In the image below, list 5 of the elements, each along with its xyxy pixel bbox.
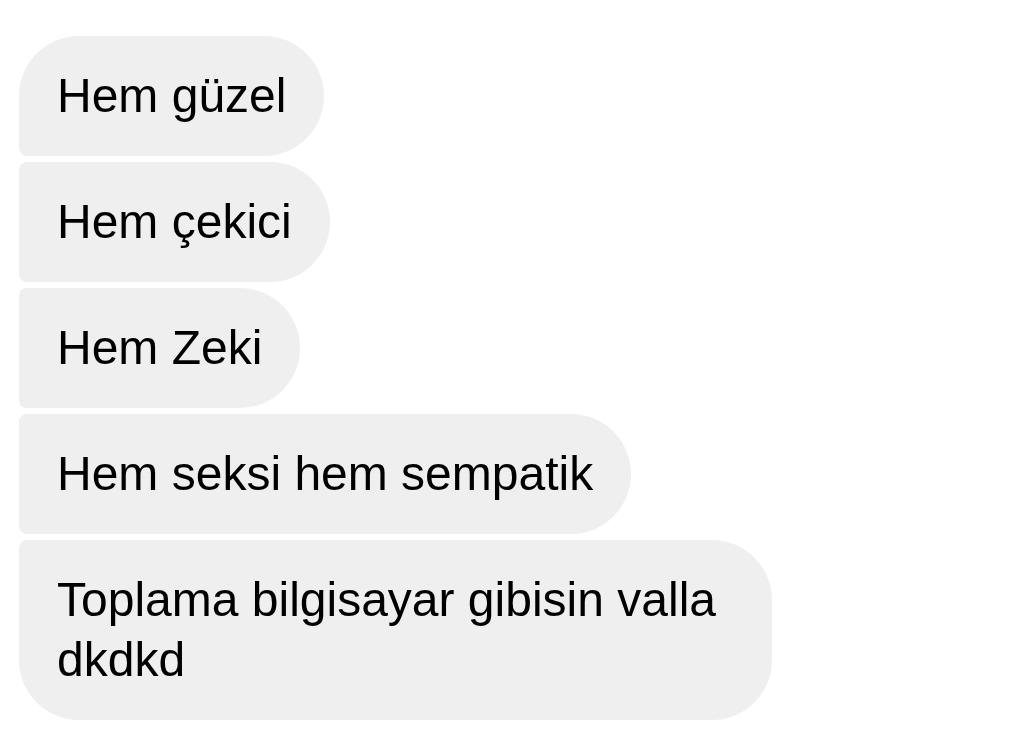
chat-message: Hem Zeki bbox=[19, 288, 301, 408]
chat-message: Toplama bilgisayar gibisin valla dkdkd bbox=[19, 540, 772, 720]
chat-message: Hem seksi hem sempatik bbox=[19, 414, 632, 534]
chat-message: Hem çekici bbox=[19, 162, 330, 282]
chat-message: Hem güzel bbox=[19, 36, 325, 156]
